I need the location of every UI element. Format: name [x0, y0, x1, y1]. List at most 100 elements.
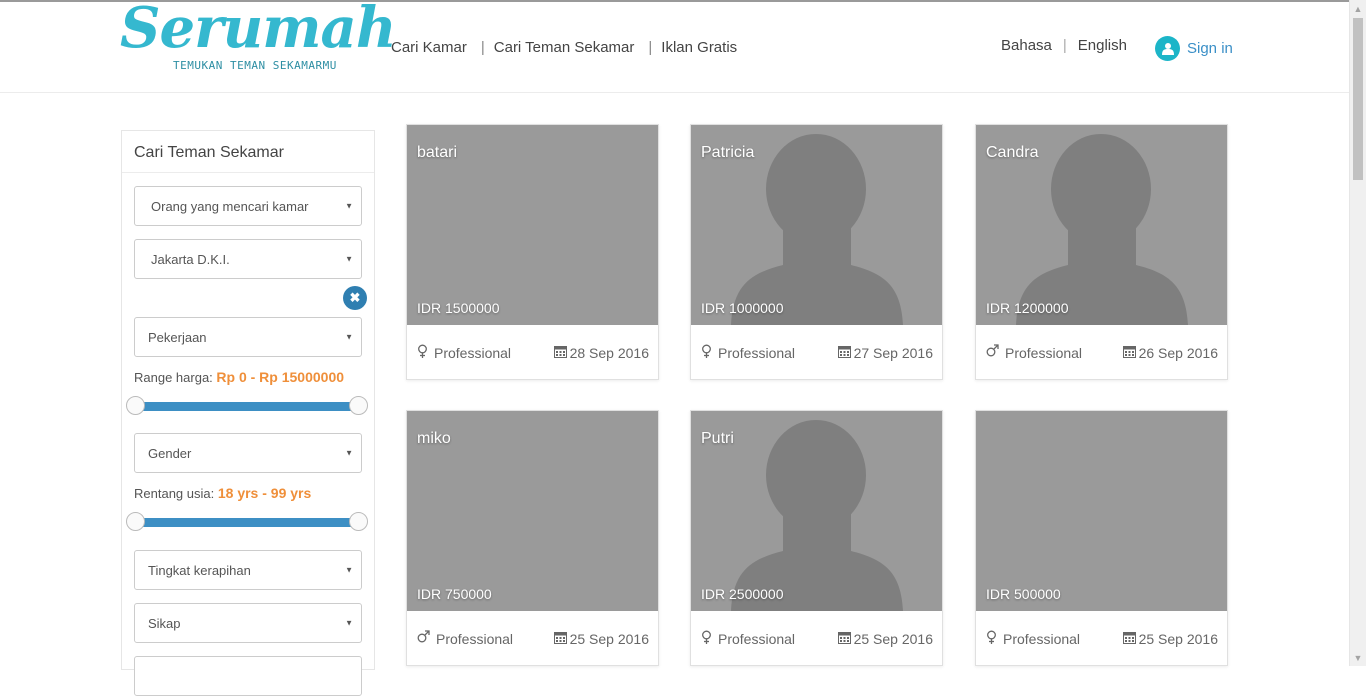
date-text: 25 Sep 2016: [853, 630, 933, 647]
listing-card[interactable]: batari IDR 1500000 Professional 28 Sep 2016: [406, 124, 659, 380]
calendar-icon: [1122, 631, 1136, 647]
tidiness-value: Tingkat kerapihan: [148, 562, 251, 578]
listing-occupation: Professional: [986, 630, 1080, 648]
nav-cari-teman-sekamar[interactable]: Cari Teman Sekamar: [494, 39, 635, 56]
listing-occupation: Professional: [417, 630, 513, 647]
lang-separator: |: [1062, 37, 1067, 54]
occupation-text: Professional: [434, 344, 512, 361]
price-range-slider[interactable]: [126, 396, 368, 416]
listing-photo[interactable]: IDR 500000: [976, 411, 1227, 611]
age-range-slider[interactable]: [126, 512, 368, 532]
listing-name[interactable]: Patricia: [701, 144, 754, 162]
listing-name[interactable]: batari: [417, 144, 457, 162]
page-scrollbar[interactable]: ▲ ▼: [1349, 0, 1366, 666]
price-range-caption: Range harga:: [134, 370, 213, 385]
listing-type-value: Orang yang mencari kamar: [151, 198, 309, 214]
listing-photo[interactable]: miko IDR 750000: [407, 411, 658, 611]
female-icon: [701, 344, 712, 362]
gender-select[interactable]: Gender ▼: [134, 433, 362, 473]
age-range-caption: Rentang usia:: [134, 486, 215, 501]
date-text: 25 Sep 2016: [569, 630, 649, 647]
chevron-down-icon: ▼: [345, 565, 353, 575]
search-filter-panel: Cari Teman Sekamar Orang yang mencari ka…: [121, 130, 375, 696]
logo-wordmark: Serumah: [120, 0, 397, 61]
male-icon: [417, 630, 430, 647]
sign-in-link[interactable]: Sign in: [1155, 36, 1233, 61]
chevron-down-icon: ▼: [345, 618, 353, 628]
female-icon: [417, 344, 428, 362]
nav-separator: |: [648, 39, 653, 56]
listing-card[interactable]: Putri IDR 2500000 Professional 25 Sep 2016: [690, 410, 943, 666]
chevron-down-icon: ▼: [345, 332, 353, 342]
price-slider-min-handle[interactable]: [126, 396, 145, 415]
listing-card[interactable]: IDR 500000 Professional 25 Sep 2016: [975, 410, 1228, 666]
listing-price: IDR 750000: [417, 586, 492, 602]
listing-footer: Professional 26 Sep 2016: [976, 325, 1227, 380]
nav-cari-kamar[interactable]: Cari Kamar: [391, 39, 467, 56]
calendar-icon: [837, 631, 851, 647]
listing-price: IDR 1000000: [701, 300, 784, 316]
listing-card[interactable]: miko IDR 750000 Professional 25 Sep 2016: [406, 410, 659, 666]
listing-photo[interactable]: batari IDR 1500000: [407, 125, 658, 325]
price-slider-max-handle[interactable]: [349, 396, 368, 415]
logo-tagline: TEMUKAN TEMAN SEKAMARMU: [173, 59, 337, 72]
occupation-text: Professional: [718, 630, 796, 647]
date-text: 27 Sep 2016: [853, 344, 933, 361]
scroll-down-arrow-icon[interactable]: ▼: [1350, 649, 1366, 666]
attitude-value: Sikap: [148, 615, 181, 631]
listing-name[interactable]: miko: [417, 430, 451, 448]
avatar-placeholder-icon[interactable]: Candra IDR 1200000: [976, 125, 1227, 325]
date-text: 26 Sep 2016: [1138, 344, 1218, 361]
price-range-label: Range harga: Rp 0 - Rp 15000000: [134, 369, 344, 385]
listing-date: 25 Sep 2016: [1122, 631, 1218, 647]
listing-price: IDR 1200000: [986, 300, 1069, 316]
attitude-select[interactable]: Sikap ▼: [134, 603, 362, 643]
avatar-placeholder-icon[interactable]: Patricia IDR 1000000: [691, 125, 942, 325]
age-slider-max-handle[interactable]: [349, 512, 368, 531]
calendar-icon: [553, 345, 567, 361]
occupation-select[interactable]: Pekerjaan ▼: [134, 317, 362, 357]
age-slider-track: [134, 518, 360, 527]
city-value: Jakarta D.K.I.: [151, 251, 230, 267]
filter-panel-title: Cari Teman Sekamar: [122, 131, 374, 173]
price-slider-track: [134, 402, 360, 411]
listing-name[interactable]: Putri: [701, 430, 734, 448]
price-range-value: Rp 0 - Rp 15000000: [216, 369, 345, 385]
main-nav: Cari Kamar | Cari Teman Sekamar | Iklan …: [391, 39, 737, 56]
gender-value: Gender: [148, 445, 192, 461]
date-text: 28 Sep 2016: [569, 344, 649, 361]
chevron-down-icon: ▼: [345, 448, 353, 458]
listing-card[interactable]: Candra IDR 1200000 Professional 26 Sep 2016: [975, 124, 1228, 380]
lang-english[interactable]: English: [1078, 37, 1127, 54]
tidiness-select[interactable]: Tingkat kerapihan ▼: [134, 550, 362, 590]
age-range-value: 18 yrs - 99 yrs: [217, 485, 312, 501]
listing-date: 27 Sep 2016: [837, 344, 933, 361]
occupation-text: Professional: [718, 344, 796, 361]
listing-type-select[interactable]: Orang yang mencari kamar ▼: [134, 186, 362, 226]
site-logo[interactable]: Serumah TEMUKAN TEMAN SEKAMARMU: [120, 0, 397, 78]
city-select[interactable]: Jakarta D.K.I. ▼: [134, 239, 362, 279]
nav-iklan-gratis[interactable]: Iklan Gratis: [661, 39, 737, 56]
listing-date: 28 Sep 2016: [553, 344, 649, 361]
listing-footer: Professional 25 Sep 2016: [691, 611, 942, 666]
female-icon: [986, 630, 997, 648]
listing-price: IDR 500000: [986, 586, 1061, 602]
listing-name[interactable]: Candra: [986, 144, 1038, 162]
language-switcher: Bahasa | English: [1001, 37, 1127, 54]
age-range-label: Rentang usia: 18 yrs - 99 yrs: [134, 485, 311, 501]
listing-price: IDR 1500000: [417, 300, 500, 316]
scrollbar-thumb[interactable]: [1353, 18, 1363, 180]
clear-city-button[interactable]: ✖: [343, 286, 367, 310]
listing-footer: Professional 25 Sep 2016: [976, 611, 1227, 666]
age-slider-min-handle[interactable]: [126, 512, 145, 531]
lang-bahasa[interactable]: Bahasa: [1001, 37, 1052, 54]
listing-occupation: Professional: [417, 344, 511, 362]
listing-card[interactable]: Patricia IDR 1000000 Professional 27 Sep 20…: [690, 124, 943, 380]
user-icon: [1155, 36, 1180, 61]
avatar-placeholder-icon[interactable]: Putri IDR 2500000: [691, 411, 942, 611]
listing-price: IDR 2500000: [701, 586, 784, 602]
male-icon: [986, 344, 999, 361]
site-header: Serumah TEMUKAN TEMAN SEKAMARMU Cari Kam…: [0, 0, 1349, 93]
scroll-up-arrow-icon[interactable]: ▲: [1350, 0, 1366, 17]
next-filter-select[interactable]: [134, 656, 362, 696]
